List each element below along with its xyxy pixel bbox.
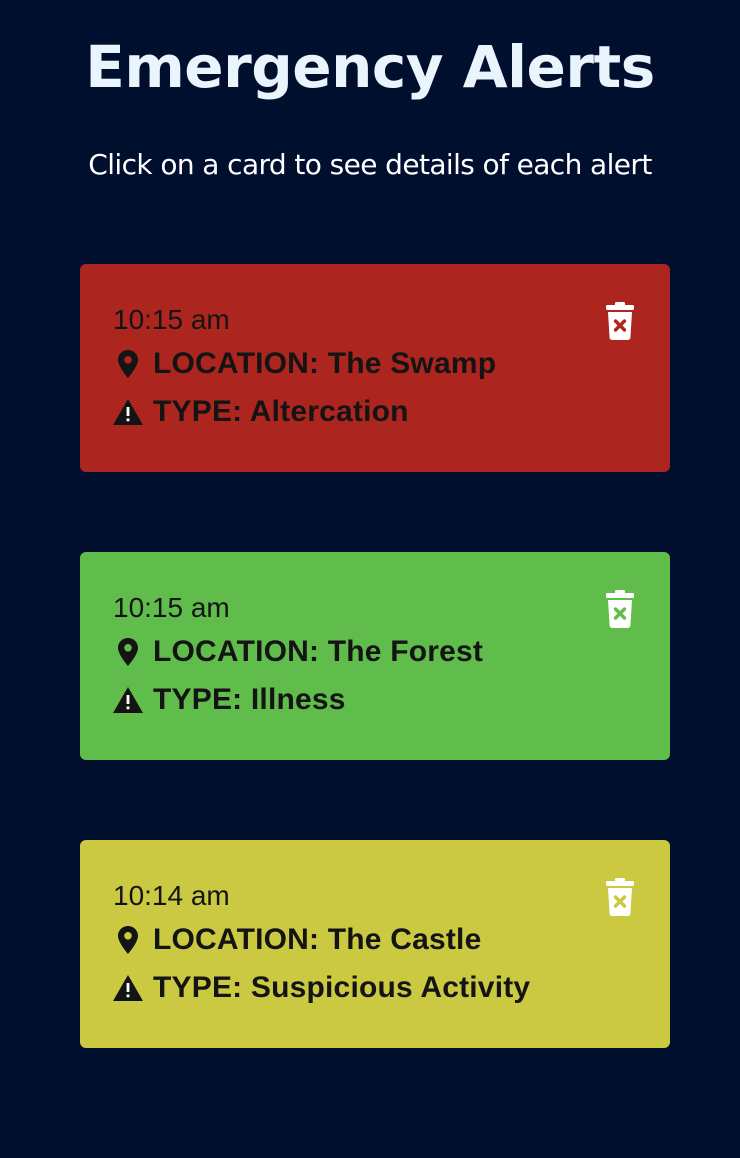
alert-card[interactable]: 10:14 am LOCATION: The Castle TYPE: Susp… (80, 840, 670, 1048)
alert-type-text: TYPE: Suspicious Activity (153, 971, 531, 1004)
alert-location-text: LOCATION: The Forest (153, 635, 484, 668)
alert-time: 10:15 am (113, 304, 230, 335)
alert-location-text: LOCATION: The Swamp (153, 347, 497, 380)
warning-triangle-icon (113, 397, 143, 427)
page-subtitle: Click on a card to see details of each a… (88, 148, 652, 181)
map-pin-icon (113, 925, 143, 955)
trash-icon (606, 302, 634, 340)
alert-location: LOCATION: The Forest (113, 628, 670, 676)
alert-location-text: LOCATION: The Castle (153, 923, 482, 956)
alert-location: LOCATION: The Swamp (113, 340, 670, 388)
delete-alert-button[interactable] (606, 590, 634, 628)
alert-card[interactable]: 10:15 am LOCATION: The Forest TYPE: Illn… (80, 552, 670, 760)
alert-card[interactable]: 10:15 am LOCATION: The Swamp TYPE: Alter… (80, 264, 670, 472)
alert-type: TYPE: Illness (113, 676, 670, 724)
alert-type: TYPE: Suspicious Activity (113, 964, 670, 1012)
warning-triangle-icon (113, 973, 143, 1003)
trash-icon (606, 590, 634, 628)
alert-type-text: TYPE: Altercation (153, 395, 409, 428)
warning-triangle-icon (113, 685, 143, 715)
alert-type-text: TYPE: Illness (153, 683, 346, 716)
alert-time: 10:14 am (113, 880, 230, 911)
delete-alert-button[interactable] (606, 878, 634, 916)
alert-time: 10:15 am (113, 592, 230, 623)
delete-alert-button[interactable] (606, 302, 634, 340)
trash-icon (606, 878, 634, 916)
map-pin-icon (113, 349, 143, 379)
map-pin-icon (113, 637, 143, 667)
page-title: Emergency Alerts (85, 33, 655, 101)
alert-location: LOCATION: The Castle (113, 916, 670, 964)
alert-type: TYPE: Altercation (113, 388, 670, 436)
